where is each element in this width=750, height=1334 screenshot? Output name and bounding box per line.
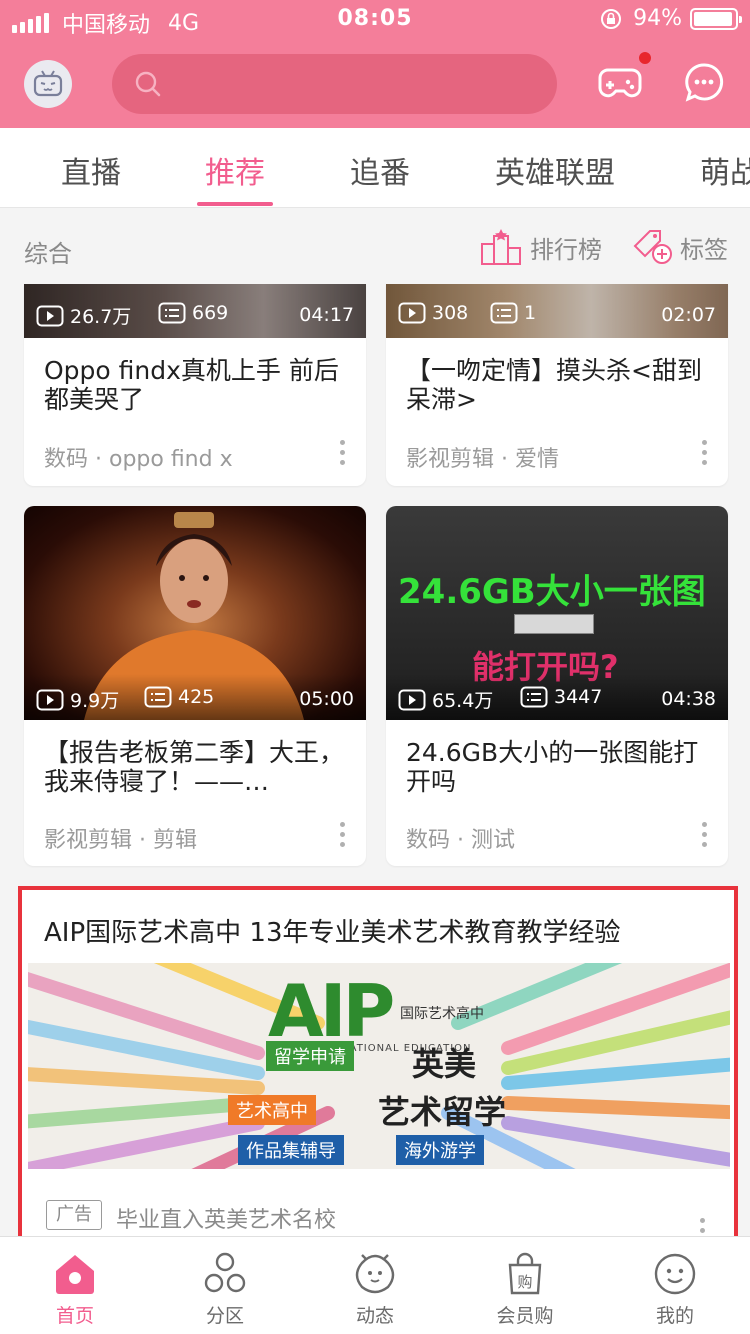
ad-tag-portfolio: 作品集辅导 bbox=[238, 1135, 344, 1165]
video-duration: 02:07 bbox=[661, 304, 716, 326]
category-tabs: 直播 推荐 追番 英雄联盟 萌战 bbox=[0, 128, 750, 208]
video-title: 【一吻定情】摸头杀<甜到呆滞> bbox=[406, 356, 702, 414]
video-title: 【报告老板第二季】大王，我来侍寝了！——… bbox=[44, 738, 345, 796]
aip-logo-subtitle: 国际艺术高中 bbox=[400, 1006, 484, 1022]
danmaku-count: 425 bbox=[144, 686, 214, 708]
video-duration: 05:00 bbox=[299, 688, 354, 710]
video-thumbnail: 308 1 02:07 bbox=[386, 284, 728, 338]
video-duration: 04:38 bbox=[661, 688, 716, 710]
video-title: 24.6GB大小的一张图能打开吗 bbox=[406, 738, 699, 796]
home-icon bbox=[56, 1255, 94, 1294]
video-duration: 04:17 bbox=[299, 304, 354, 326]
search-input[interactable] bbox=[112, 54, 557, 114]
play-count-icon bbox=[36, 305, 64, 326]
video-thumbnail: 24.6GB大小一张图 能打开吗? 65.4万 3447 04:38 bbox=[386, 506, 728, 720]
gamepad-icon[interactable] bbox=[598, 62, 642, 102]
danmaku-count: 1 bbox=[490, 302, 536, 324]
ranking-icon bbox=[481, 229, 521, 265]
danmaku-icon bbox=[520, 686, 548, 708]
video-meta: 影视剪辑 · 爱情 bbox=[406, 447, 559, 472]
play-count: 9.9万 bbox=[36, 686, 119, 713]
more-options-icon[interactable] bbox=[700, 1218, 706, 1238]
more-options-icon[interactable] bbox=[702, 822, 708, 852]
more-options-icon[interactable] bbox=[340, 440, 346, 470]
ad-title: AIP国际艺术高中 13年专业美术艺术教育教学经验 bbox=[44, 918, 621, 948]
section-title: 综合 bbox=[24, 240, 72, 268]
nav-home[interactable]: 首页 bbox=[20, 1251, 130, 1328]
status-bar: 中国移动 4G 08:05 94% bbox=[0, 0, 750, 40]
ad-tag-art-high-school: 艺术高中 bbox=[228, 1095, 316, 1125]
ad-tag-overseas: 海外游学 bbox=[396, 1135, 484, 1165]
tab-league-of-legends[interactable]: 英雄联盟 bbox=[495, 148, 615, 192]
nav-shop[interactable]: 购 会员购 bbox=[470, 1251, 580, 1328]
play-count-icon bbox=[398, 689, 426, 710]
nav-profile[interactable]: 我的 bbox=[620, 1251, 730, 1328]
tag-add-icon bbox=[633, 230, 672, 264]
category-icon bbox=[204, 1252, 246, 1293]
play-count: 308 bbox=[398, 302, 468, 324]
ad-tag-study-abroad: 留学申请 bbox=[266, 1041, 354, 1071]
video-card[interactable]: 9.9万 425 05:00 【报告老板第二季】大王，我来侍寝了！——… 影视剪… bbox=[24, 506, 366, 866]
danmaku-count: 669 bbox=[158, 302, 228, 324]
tab-moe-battle[interactable]: 萌战 bbox=[700, 148, 750, 192]
video-thumbnail: 9.9万 425 05:00 bbox=[24, 506, 366, 720]
battery-icon bbox=[690, 7, 742, 30]
tag-button[interactable]: 标签 bbox=[632, 228, 728, 266]
rank-button[interactable]: 排行榜 bbox=[480, 228, 602, 266]
play-count: 65.4万 bbox=[398, 686, 493, 713]
rotation-lock-icon bbox=[601, 8, 622, 29]
profile-icon bbox=[654, 1253, 696, 1295]
video-card[interactable]: 26.7万 669 04:17 Oppo findx真机上手 前后都美哭了 数码… bbox=[24, 284, 366, 486]
tab-live[interactable]: 直播 bbox=[61, 148, 121, 192]
more-options-icon[interactable] bbox=[340, 822, 346, 852]
ad-text-uk-us: 英美 bbox=[412, 1045, 477, 1083]
nav-category[interactable]: 分区 bbox=[170, 1251, 280, 1328]
danmaku-icon bbox=[490, 302, 518, 324]
notification-dot bbox=[637, 50, 653, 66]
danmaku-icon bbox=[144, 686, 172, 708]
battery-percent: 94% bbox=[633, 6, 682, 31]
tab-recommend[interactable]: 推荐 bbox=[205, 148, 265, 192]
avatar[interactable] bbox=[24, 60, 72, 108]
video-card[interactable]: 24.6GB大小一张图 能打开吗? 65.4万 3447 04:38 24.6G… bbox=[386, 506, 728, 866]
thumbnail-dialog-image bbox=[514, 614, 594, 634]
rank-label: 排行榜 bbox=[530, 235, 602, 264]
video-meta: 数码 · oppo find x bbox=[44, 447, 233, 472]
ad-description: 毕业直入英美艺术名校 bbox=[116, 1208, 337, 1233]
moments-icon bbox=[355, 1254, 395, 1294]
nav-moments[interactable]: 动态 bbox=[320, 1251, 430, 1328]
search-icon bbox=[135, 71, 161, 97]
play-count: 26.7万 bbox=[36, 302, 131, 329]
ad-card[interactable]: AIP国际艺术高中 13年专业美术艺术教育教学经验 AIP 国际艺术高中 ART… bbox=[18, 886, 738, 1243]
video-card[interactable]: 308 1 02:07 【一吻定情】摸头杀<甜到呆滞> 影视剪辑 · 爱情 bbox=[386, 284, 728, 486]
tv-mascot-icon bbox=[33, 70, 63, 97]
svg-text:购: 购 bbox=[517, 1273, 532, 1291]
thumbnail-text-line-1: 24.6GB大小一张图 bbox=[398, 572, 706, 612]
play-count-icon bbox=[398, 302, 426, 324]
more-options-icon[interactable] bbox=[702, 440, 708, 470]
active-tab-indicator bbox=[197, 202, 273, 206]
video-meta: 影视剪辑 · 剪辑 bbox=[44, 828, 197, 853]
bottom-navigation: 首页 分区 动态 购 会员购 我的 bbox=[0, 1236, 750, 1334]
shopping-bag-icon: 购 bbox=[508, 1252, 542, 1295]
video-title: Oppo findx真机上手 前后都美哭了 bbox=[44, 356, 339, 414]
danmaku-count: 3447 bbox=[520, 686, 602, 708]
danmaku-icon bbox=[158, 302, 186, 324]
ad-badge: 广告 bbox=[46, 1200, 102, 1230]
tag-label: 标签 bbox=[680, 235, 728, 264]
play-count-icon bbox=[36, 689, 64, 710]
app-header: 中国移动 4G 08:05 94% bbox=[0, 0, 750, 128]
video-thumbnail: 26.7万 669 04:17 bbox=[24, 284, 366, 338]
video-meta: 数码 · 测试 bbox=[406, 828, 515, 853]
chat-bubble-icon[interactable] bbox=[684, 62, 724, 102]
tab-anime[interactable]: 追番 bbox=[350, 148, 410, 192]
ad-banner-image: AIP 国际艺术高中 ART INTERNATIONAL EDUCATION 留… bbox=[28, 963, 730, 1169]
ad-text-art-study-abroad: 艺术留学 bbox=[378, 1093, 507, 1131]
aip-logo: AIP bbox=[268, 969, 395, 1053]
